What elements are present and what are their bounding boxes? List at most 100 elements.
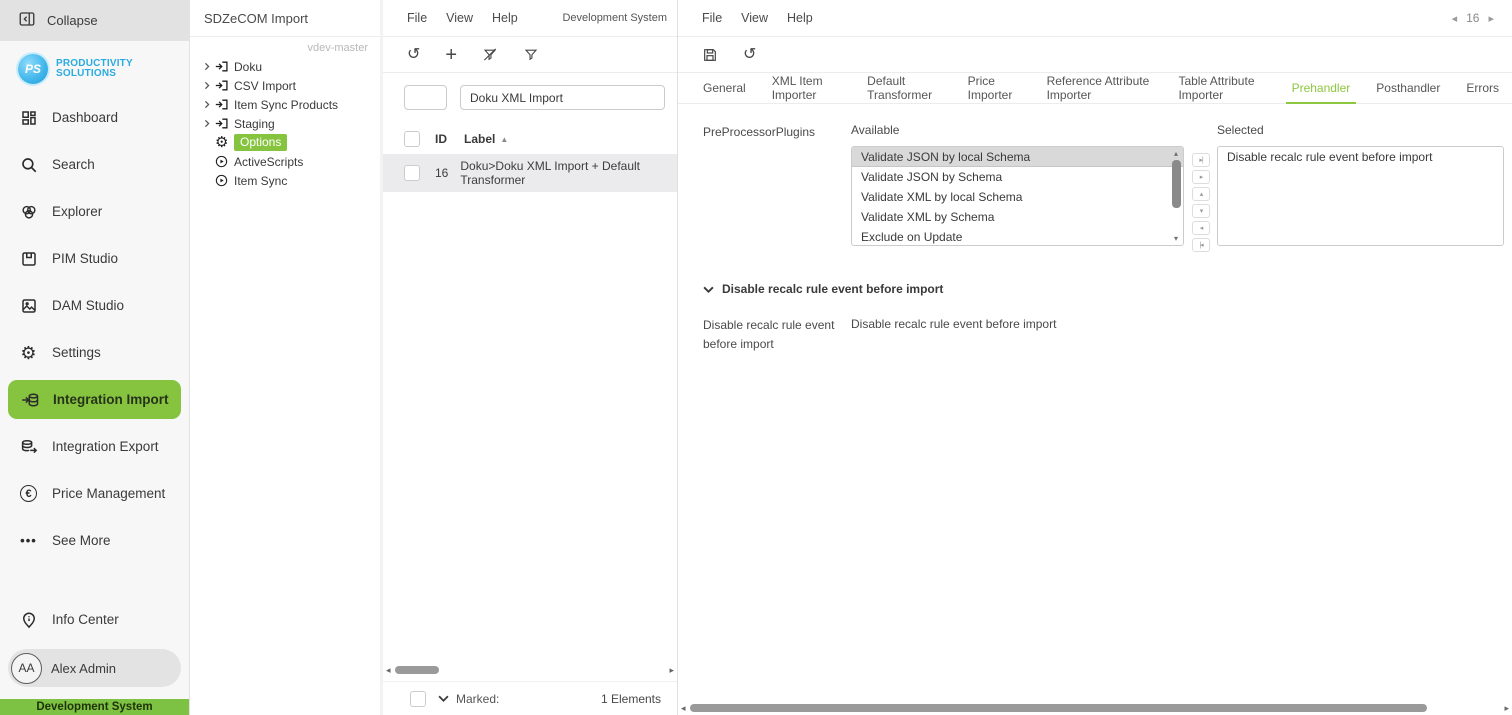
id-filter-input[interactable] xyxy=(404,85,447,110)
scroll-up-icon[interactable]: ▴ xyxy=(1174,149,1178,158)
sidebar-item-label: Integration Import xyxy=(53,392,169,407)
menu-view[interactable]: View xyxy=(446,11,473,25)
tree-list: Doku CSV Import Item Sync Products Stagi… xyxy=(190,57,380,190)
euro-circle-icon: € xyxy=(18,483,39,504)
integration-import-icon xyxy=(19,389,40,410)
version-tag: vdev-master xyxy=(307,42,368,54)
sidebar-item-integration-export[interactable]: Integration Export xyxy=(0,423,189,470)
move-left-button[interactable]: ◂ xyxy=(1192,221,1210,235)
chevron-down-icon[interactable] xyxy=(438,695,449,702)
chevron-right-icon[interactable] xyxy=(203,81,215,90)
sidebar-item-search[interactable]: Search xyxy=(0,141,189,188)
brand-logo: PS PRODUCTIVITY SOLUTIONS xyxy=(0,41,189,94)
scroll-right-icon[interactable]: ▸ xyxy=(1504,703,1509,713)
preprocessor-field-label: PreProcessorPlugins xyxy=(703,125,816,139)
scroll-down-icon[interactable]: ▾ xyxy=(1174,234,1178,243)
tree-item-item-sync[interactable]: Item Sync xyxy=(203,171,380,190)
sidebar-item-info-center[interactable]: Info Center xyxy=(0,596,189,643)
filter-clear-icon[interactable] xyxy=(482,47,498,62)
tab-reference-attribute-importer[interactable]: Reference Attribute Importer xyxy=(1034,73,1166,103)
list-menubar: File View Help Development System xyxy=(383,0,677,37)
sidebar-item-explorer[interactable]: Explorer xyxy=(0,188,189,235)
sidebar-item-label: Explorer xyxy=(52,204,103,219)
available-option-selected[interactable]: Validate JSON by local Schema xyxy=(852,147,1183,167)
available-option[interactable]: Validate XML by local Schema xyxy=(852,187,1183,207)
tree-item-label: Staging xyxy=(234,116,275,131)
save-icon[interactable] xyxy=(702,47,718,63)
add-icon[interactable]: + xyxy=(445,45,457,65)
sidebar-item-label: Search xyxy=(52,157,95,172)
tree-item-label: Item Sync Products xyxy=(234,97,339,112)
detail-tabs: General XML Item Importer Default Transf… xyxy=(678,73,1512,104)
tree-item-doku[interactable]: Doku xyxy=(203,57,380,76)
tree-item-label: Item Sync xyxy=(234,173,288,188)
detail-panel: File View Help ◂ 16 ▸ ↺ General XML Item… xyxy=(678,0,1512,715)
select-all-checkbox[interactable] xyxy=(404,131,420,147)
scroll-right-icon[interactable]: ▸ xyxy=(669,665,674,675)
tab-xml-item-importer[interactable]: XML Item Importer xyxy=(759,73,854,103)
filter-icon[interactable] xyxy=(523,47,539,62)
row-checkbox[interactable] xyxy=(404,165,420,181)
tree-item-options[interactable]: ⚙ Options xyxy=(203,133,380,152)
move-right-button[interactable]: ▸ xyxy=(1192,170,1210,184)
tab-table-attribute-importer[interactable]: Table Attribute Importer xyxy=(1165,73,1278,103)
tab-posthandler[interactable]: Posthandler xyxy=(1363,73,1453,103)
available-option[interactable]: Validate JSON by Schema xyxy=(852,167,1183,187)
section-field-row: Disable recalc rule event before import … xyxy=(678,296,1512,354)
tab-prehandler[interactable]: Prehandler xyxy=(1279,73,1364,104)
scrollbar-thumb[interactable] xyxy=(689,704,1428,712)
chevron-right-icon[interactable] xyxy=(203,100,215,109)
collapse-button[interactable]: Collapse xyxy=(0,0,189,41)
section-toggle[interactable]: Disable recalc rule event before import xyxy=(678,252,1512,296)
scrollbar-thumb[interactable] xyxy=(1171,160,1181,208)
sidebar-item-dam-studio[interactable]: DAM Studio xyxy=(0,282,189,329)
sidebar-item-pim-studio[interactable]: PIM Studio xyxy=(0,235,189,282)
refresh-icon[interactable]: ↺ xyxy=(407,46,420,63)
selected-option[interactable]: Disable recalc rule event before import xyxy=(1218,147,1503,167)
column-header-label[interactable]: Label ▲ xyxy=(464,132,508,146)
label-filter-input[interactable] xyxy=(460,85,665,110)
sidebar-item-integration-import[interactable]: Integration Import xyxy=(8,380,181,419)
menu-view[interactable]: View xyxy=(741,11,768,25)
move-up-button[interactable]: ▴ xyxy=(1192,187,1210,201)
chevron-right-icon[interactable] xyxy=(203,62,215,71)
dam-studio-icon xyxy=(18,295,39,316)
record-pager: ◂ 16 ▸ xyxy=(1452,11,1494,25)
user-menu[interactable]: AA Alex Admin xyxy=(8,649,181,687)
move-down-button[interactable]: ▾ xyxy=(1192,204,1210,218)
tree-item-label: ActiveScripts xyxy=(234,154,304,169)
sidebar-item-see-more[interactable]: ••• See More xyxy=(0,517,189,564)
tree-item-staging[interactable]: Staging xyxy=(203,114,380,133)
tree-item-csv-import[interactable]: CSV Import xyxy=(203,76,380,95)
selected-listbox: Disable recalc rule event before import xyxy=(1217,146,1504,246)
marked-checkbox[interactable] xyxy=(410,690,426,707)
tree-item-item-sync-products[interactable]: Item Sync Products xyxy=(203,95,380,114)
menu-file[interactable]: File xyxy=(702,11,722,25)
menu-help[interactable]: Help xyxy=(787,11,813,25)
tab-default-transformer[interactable]: Default Transformer xyxy=(854,73,954,103)
avatar: AA xyxy=(11,652,42,684)
menu-file[interactable]: File xyxy=(407,11,427,25)
sidebar-item-settings[interactable]: ⚙ Settings xyxy=(0,329,189,376)
detail-menubar: File View Help ◂ 16 ▸ xyxy=(678,0,1512,37)
column-header-id[interactable]: ID xyxy=(435,132,464,146)
move-all-left-button[interactable]: |◂ xyxy=(1192,238,1210,252)
tree-item-activescripts[interactable]: ActiveScripts xyxy=(203,152,380,171)
pager-prev-icon[interactable]: ◂ xyxy=(1452,12,1458,25)
table-row[interactable]: 16 Doku>Doku XML Import + Default Transf… xyxy=(383,154,677,192)
available-option[interactable]: Exclude on Update xyxy=(852,227,1183,245)
available-listbox: Validate JSON by local Schema Validate J… xyxy=(851,146,1184,246)
sidebar-item-price-management[interactable]: € Price Management xyxy=(0,470,189,517)
chevron-right-icon[interactable] xyxy=(203,119,215,128)
pager-next-icon[interactable]: ▸ xyxy=(1488,12,1494,25)
sidebar-item-dashboard[interactable]: Dashboard xyxy=(0,94,189,141)
tab-errors[interactable]: Errors xyxy=(1453,73,1512,103)
tab-general[interactable]: General xyxy=(690,73,759,103)
tab-price-importer[interactable]: Price Importer xyxy=(955,73,1034,103)
move-all-right-button[interactable]: ▸| xyxy=(1192,153,1210,167)
scrollbar-thumb[interactable] xyxy=(394,666,439,674)
dashboard-icon xyxy=(18,107,39,128)
refresh-icon[interactable]: ↺ xyxy=(743,46,756,63)
menu-help[interactable]: Help xyxy=(492,11,518,25)
available-option[interactable]: Validate XML by Schema xyxy=(852,207,1183,227)
